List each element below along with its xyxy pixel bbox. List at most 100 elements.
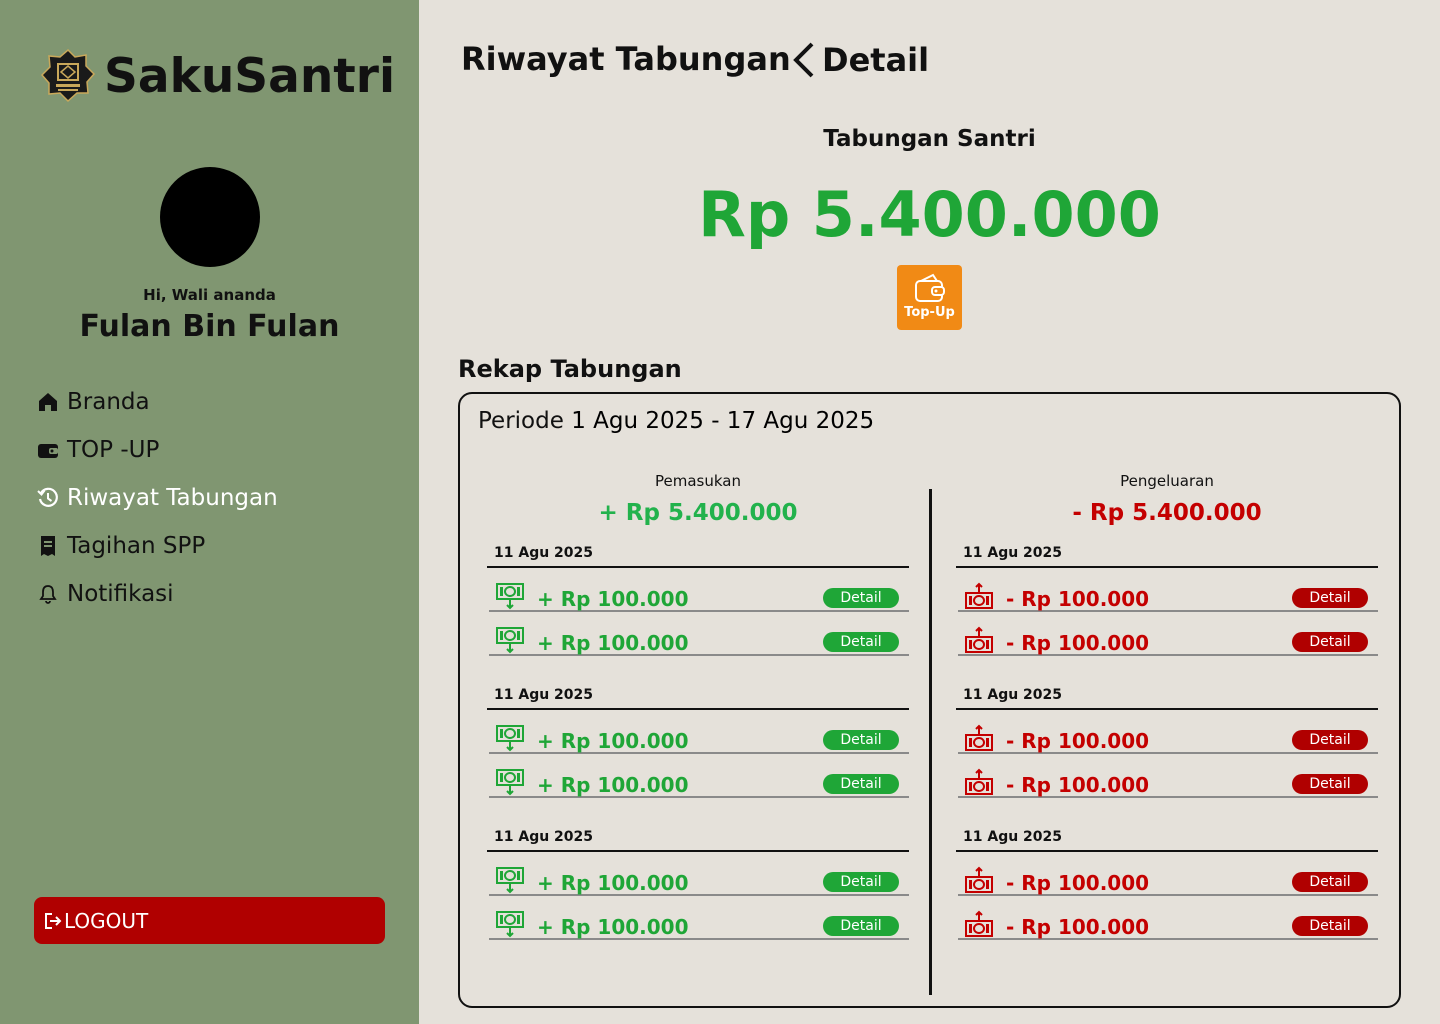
- brand: SakuSantri: [40, 48, 395, 104]
- table-row: + Rp 100.000 Detail: [489, 896, 909, 940]
- chevron-left-icon: [793, 42, 814, 78]
- column-divider: [929, 489, 932, 995]
- topup-label: Top-Up: [904, 305, 955, 320]
- money-in-icon: [496, 867, 524, 894]
- table-row: - Rp 100.000 Detail: [958, 754, 1378, 798]
- row-amount: - Rp 100.000: [1006, 871, 1150, 895]
- detail-button[interactable]: Detail: [823, 632, 899, 652]
- history-icon: [36, 486, 60, 510]
- rekap-panel: Periode 1 Agu 2025 - 17 Agu 2025 Pemasuk…: [458, 392, 1401, 1008]
- sidebar-item-notifikasi[interactable]: Notifikasi: [36, 570, 278, 618]
- back-label: Detail: [822, 41, 930, 79]
- page-title: Riwayat Tabungan: [461, 40, 791, 78]
- money-out-icon: [965, 582, 993, 609]
- period-label: Periode: [478, 408, 564, 434]
- sidebar-item-branda[interactable]: Branda: [36, 378, 278, 426]
- expense-heading: Pengeluaran: [1120, 472, 1214, 490]
- table-row: - Rp 100.000 Detail: [958, 852, 1378, 896]
- income-date-group: 11 Agu 2025 + Rp 100.000 Detail + Rp 100…: [487, 544, 909, 656]
- money-out-icon: [965, 910, 993, 937]
- logout-label: LOGOUT: [64, 908, 149, 933]
- sidebar-item-label: TOP -UP: [67, 437, 160, 463]
- detail-button[interactable]: Detail: [823, 730, 899, 750]
- topup-button[interactable]: Top-Up: [897, 265, 962, 330]
- table-row: - Rp 100.000 Detail: [958, 568, 1378, 612]
- expense-column: Pengeluaran - Rp 5.400.000 11 Agu 2025 -…: [956, 472, 1378, 940]
- greeting: Hi, Wali ananda: [143, 286, 276, 304]
- wallet-icon: [914, 273, 945, 302]
- detail-button[interactable]: Detail: [823, 916, 899, 936]
- sidebar-item-label: Riwayat Tabungan: [67, 485, 278, 511]
- row-amount: + Rp 100.000: [537, 915, 689, 939]
- brand-name: SakuSantri: [104, 48, 396, 104]
- sidebar: SakuSantri Hi, Wali ananda Fulan Bin Ful…: [0, 0, 419, 1024]
- group-date: 11 Agu 2025: [487, 686, 909, 710]
- row-amount: + Rp 100.000: [537, 587, 689, 611]
- expense-date-group: 11 Agu 2025 - Rp 100.000 Detail - Rp 100…: [956, 544, 1378, 656]
- detail-button[interactable]: Detail: [1292, 916, 1368, 936]
- sidebar-item-label: Branda: [67, 389, 150, 415]
- group-date: 11 Agu 2025: [487, 828, 909, 852]
- money-out-icon: [965, 626, 993, 653]
- row-amount: + Rp 100.000: [537, 631, 689, 655]
- detail-button[interactable]: Detail: [823, 872, 899, 892]
- table-row: - Rp 100.000 Detail: [958, 710, 1378, 754]
- sidebar-item-label: Notifikasi: [67, 581, 174, 607]
- table-row: - Rp 100.000 Detail: [958, 612, 1378, 656]
- sidebar-item-tagihan-spp[interactable]: Tagihan SPP: [36, 522, 278, 570]
- money-in-icon: [496, 725, 524, 752]
- detail-button[interactable]: Detail: [1292, 872, 1368, 892]
- income-column: Pemasukan + Rp 5.400.000 11 Agu 2025 + R…: [487, 472, 909, 940]
- bell-icon: [36, 582, 60, 606]
- expense-date-group: 11 Agu 2025 - Rp 100.000 Detail - Rp 100…: [956, 686, 1378, 798]
- logout-button[interactable]: LOGOUT: [34, 897, 385, 944]
- income-date-group: 11 Agu 2025 + Rp 100.000 Detail + Rp 100…: [487, 686, 909, 798]
- period-value: 1 Agu 2025 - 17 Agu 2025: [571, 408, 875, 434]
- detail-button[interactable]: Detail: [1292, 774, 1368, 794]
- sidebar-nav: Branda TOP -UP Riwayat Tabungan Tagihan …: [36, 378, 278, 618]
- savings-label: Tabungan Santri: [823, 126, 1036, 152]
- logout-icon: [45, 912, 62, 929]
- sidebar-item-riwayat-tabungan[interactable]: Riwayat Tabungan: [36, 474, 278, 522]
- money-out-icon: [965, 724, 993, 751]
- avatar: [160, 167, 260, 267]
- detail-button[interactable]: Detail: [823, 774, 899, 794]
- row-amount: + Rp 100.000: [537, 729, 689, 753]
- group-date: 11 Agu 2025: [956, 686, 1378, 710]
- home-icon: [36, 390, 60, 414]
- expense-total: - Rp 5.400.000: [1072, 500, 1262, 526]
- back-detail-button[interactable]: Detail: [790, 40, 929, 80]
- money-in-icon: [496, 583, 524, 610]
- table-row: + Rp 100.000 Detail: [489, 612, 909, 656]
- income-total: + Rp 5.400.000: [598, 500, 798, 526]
- period-text: Periode 1 Agu 2025 - 17 Agu 2025: [478, 408, 874, 434]
- detail-button[interactable]: Detail: [1292, 730, 1368, 750]
- sidebar-item-label: Tagihan SPP: [67, 533, 206, 559]
- savings-amount: Rp 5.400.000: [698, 178, 1161, 251]
- row-amount: - Rp 100.000: [1006, 729, 1150, 753]
- receipt-icon: [36, 534, 60, 558]
- money-in-icon: [496, 769, 524, 796]
- group-date: 11 Agu 2025: [487, 544, 909, 568]
- income-date-group: 11 Agu 2025 + Rp 100.000 Detail + Rp 100…: [487, 828, 909, 940]
- money-out-icon: [965, 866, 993, 893]
- row-amount: + Rp 100.000: [537, 871, 689, 895]
- row-amount: - Rp 100.000: [1006, 587, 1150, 611]
- money-out-icon: [965, 768, 993, 795]
- money-in-icon: [496, 627, 524, 654]
- row-amount: - Rp 100.000: [1006, 631, 1150, 655]
- row-amount: + Rp 100.000: [537, 773, 689, 797]
- table-row: + Rp 100.000 Detail: [489, 754, 909, 798]
- group-date: 11 Agu 2025: [956, 828, 1378, 852]
- mosque-emblem-icon: [40, 48, 96, 103]
- wallet-icon: [36, 438, 60, 462]
- expense-date-group: 11 Agu 2025 - Rp 100.000 Detail - Rp 100…: [956, 828, 1378, 940]
- sidebar-item-top-up[interactable]: TOP -UP: [36, 426, 278, 474]
- user-name: Fulan Bin Fulan: [79, 309, 340, 344]
- table-row: + Rp 100.000 Detail: [489, 710, 909, 754]
- table-row: - Rp 100.000 Detail: [958, 896, 1378, 940]
- detail-button[interactable]: Detail: [823, 588, 899, 608]
- detail-button[interactable]: Detail: [1292, 588, 1368, 608]
- detail-button[interactable]: Detail: [1292, 632, 1368, 652]
- rekap-title: Rekap Tabungan: [458, 355, 682, 383]
